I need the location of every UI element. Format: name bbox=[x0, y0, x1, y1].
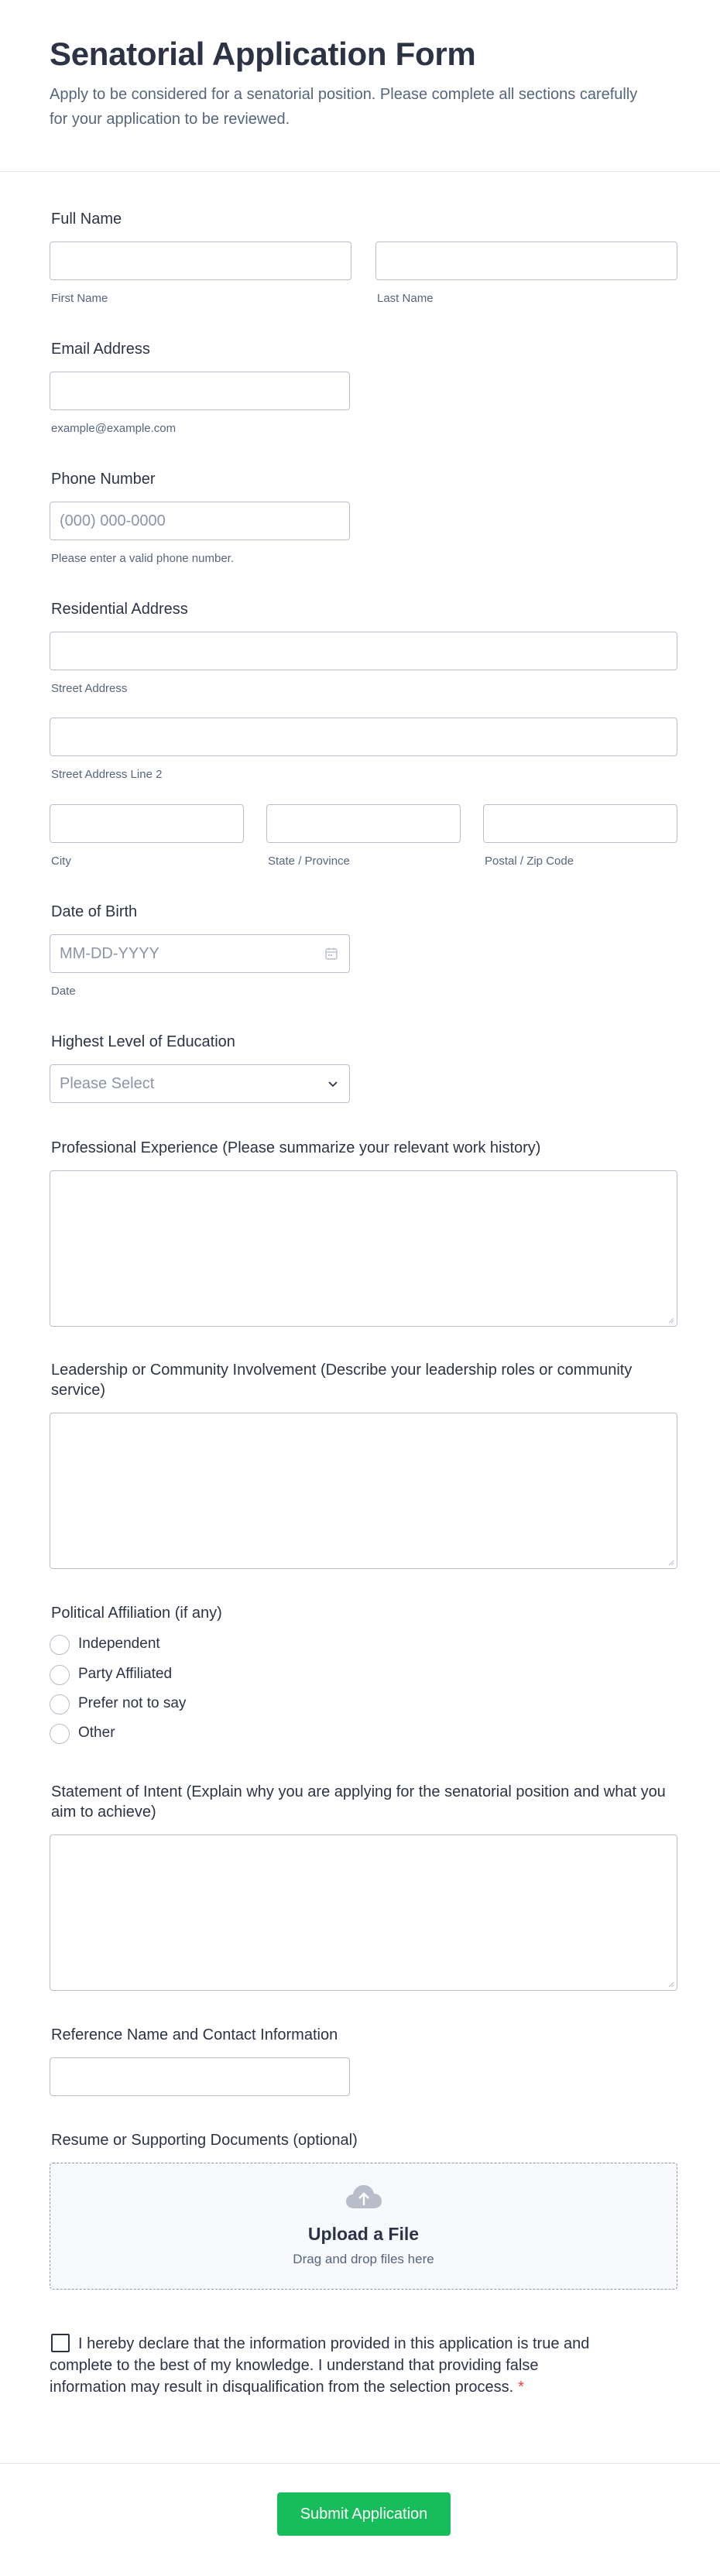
resize-handle-icon[interactable] bbox=[667, 1316, 674, 1324]
radio-label: Prefer not to say bbox=[78, 1695, 187, 1711]
footer-divider bbox=[0, 2463, 720, 2464]
affiliation-label: Political Affiliation (if any) bbox=[51, 1605, 222, 1622]
education-label: Highest Level of Education bbox=[51, 1033, 235, 1050]
form-title: Senatorial Application Form bbox=[50, 36, 476, 72]
reference-label: Reference Name and Contact Information bbox=[51, 2026, 338, 2043]
leadership-label: Leadership or Community Involvement (Des… bbox=[51, 1362, 633, 1399]
radio-button[interactable] bbox=[50, 1724, 70, 1744]
declaration-label: I hereby declare that the information pr… bbox=[50, 2335, 590, 2396]
city-input[interactable] bbox=[50, 804, 244, 843]
radio-button[interactable] bbox=[50, 1635, 70, 1655]
form-subtitle: Apply to be considered for a senatorial … bbox=[50, 86, 638, 128]
radio-label: Party Affiliated bbox=[78, 1666, 173, 1682]
cloud-upload-icon bbox=[346, 2185, 382, 2208]
statement-textarea[interactable] bbox=[50, 1834, 677, 1991]
last-name-sublabel: Last Name bbox=[377, 292, 434, 305]
statement-label: Statement of Intent (Explain why you are… bbox=[51, 1783, 666, 1821]
upload-title: Upload a File bbox=[307, 2224, 420, 2244]
radio-button[interactable] bbox=[50, 1665, 70, 1685]
dob-input[interactable]: MM-DD-YYYY bbox=[50, 934, 350, 973]
experience-textarea[interactable] bbox=[50, 1170, 677, 1327]
street-address-sublabel: Street Address bbox=[51, 682, 128, 695]
resume-label: Resume or Supporting Documents (optional… bbox=[51, 2132, 358, 2149]
phone-label: Phone Number bbox=[51, 471, 156, 488]
dob-placeholder: MM-DD-YYYY bbox=[60, 945, 159, 962]
phone-sublabel: Please enter a valid phone number. bbox=[51, 552, 234, 565]
city-sublabel: City bbox=[51, 855, 71, 868]
submit-button[interactable]: Submit Application bbox=[277, 2492, 451, 2536]
street-address-2-sublabel: Street Address Line 2 bbox=[51, 768, 163, 781]
declaration-text: I hereby declare that the information pr… bbox=[50, 2333, 607, 2398]
chevron-down-icon bbox=[328, 1081, 338, 1088]
radio-label: Independent bbox=[78, 1636, 160, 1652]
address-label: Residential Address bbox=[51, 601, 188, 618]
street-address-2-input[interactable] bbox=[50, 718, 677, 756]
calendar-icon[interactable] bbox=[324, 947, 338, 961]
last-name-input[interactable] bbox=[375, 242, 677, 280]
upload-subtitle: Drag and drop files here bbox=[293, 2252, 434, 2266]
email-sublabel: example@example.com bbox=[51, 422, 177, 435]
first-name-sublabel: First Name bbox=[51, 292, 108, 305]
form-header: Senatorial Application Form Apply to be … bbox=[0, 0, 720, 172]
experience-label: Professional Experience (Please summariz… bbox=[51, 1139, 541, 1156]
email-input[interactable] bbox=[50, 372, 350, 410]
state-sublabel: State / Province bbox=[268, 855, 350, 868]
full-name-label: Full Name bbox=[51, 211, 122, 228]
file-upload-dropzone[interactable]: Upload a File Drag and drop files here bbox=[50, 2163, 677, 2290]
zip-sublabel: Postal / Zip Code bbox=[485, 855, 574, 868]
email-label: Email Address bbox=[51, 341, 150, 358]
radio-button[interactable] bbox=[50, 1694, 70, 1714]
phone-placeholder: (000) 000-0000 bbox=[60, 512, 166, 529]
radio-label: Other bbox=[78, 1725, 115, 1741]
resize-handle-icon[interactable] bbox=[667, 1558, 674, 1566]
education-select[interactable]: Please Select bbox=[50, 1064, 350, 1103]
reference-input[interactable] bbox=[50, 2057, 350, 2096]
education-placeholder: Please Select bbox=[60, 1075, 155, 1092]
phone-input[interactable]: (000) 000-0000 bbox=[50, 502, 350, 540]
resize-handle-icon[interactable] bbox=[667, 1980, 674, 1988]
zip-input[interactable] bbox=[483, 804, 677, 843]
dob-sublabel: Date bbox=[51, 985, 76, 998]
required-marker: * bbox=[518, 2379, 524, 2396]
street-address-input[interactable] bbox=[50, 632, 677, 670]
first-name-input[interactable] bbox=[50, 242, 351, 280]
dob-label: Date of Birth bbox=[51, 903, 138, 920]
leadership-textarea[interactable] bbox=[50, 1413, 677, 1569]
state-input[interactable] bbox=[266, 804, 461, 843]
